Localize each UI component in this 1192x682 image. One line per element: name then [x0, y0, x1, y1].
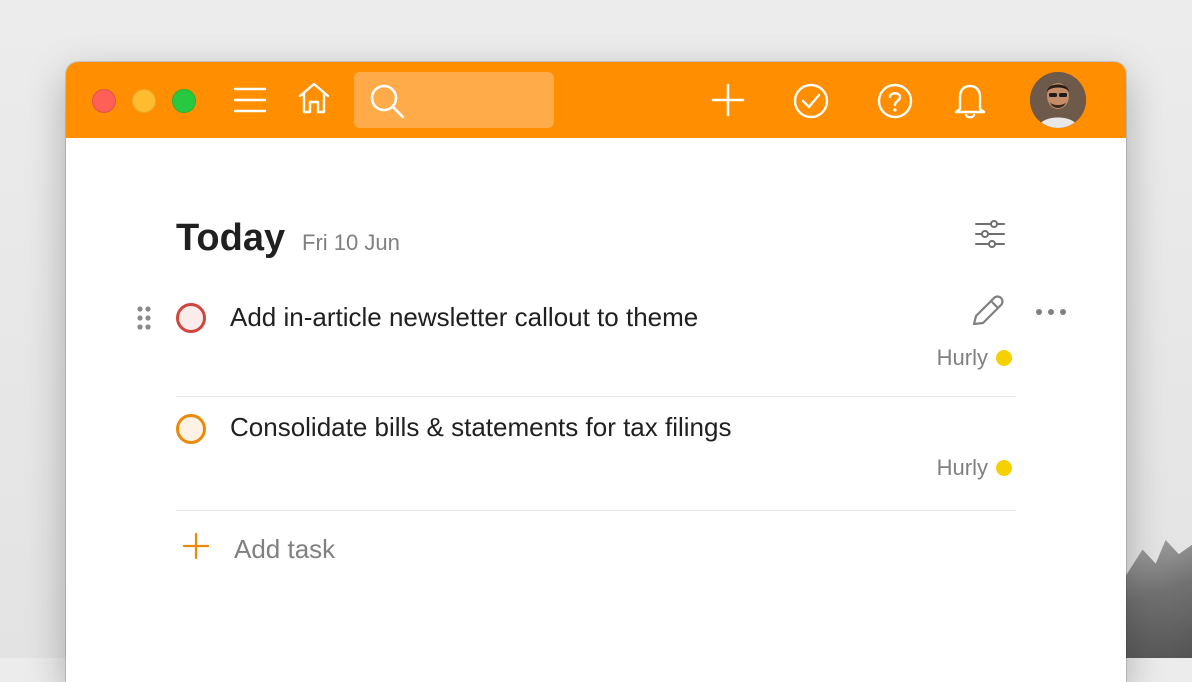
task-complete-checkbox[interactable] — [176, 303, 206, 333]
main-content: Today Fri 10 Jun Add in-article newslett… — [66, 138, 1126, 682]
avatar-photo — [1030, 72, 1086, 128]
drag-handle-icon[interactable] — [132, 304, 156, 334]
desktop-wallpaper — [1126, 540, 1192, 658]
project-color-dot — [996, 350, 1012, 366]
window-maximize-button[interactable] — [172, 89, 196, 113]
task-project[interactable]: Hurly — [937, 344, 1012, 372]
view-options-icon[interactable] — [972, 216, 1008, 252]
bell-icon[interactable] — [952, 80, 988, 120]
plus-icon — [182, 532, 210, 560]
task-item[interactable]: Consolidate bills & statements for tax f… — [66, 398, 1126, 510]
page-title: Today — [176, 217, 286, 259]
app-window: Today Fri 10 Jun Add in-article newslett… — [66, 62, 1126, 682]
task-divider — [176, 396, 1016, 397]
user-avatar[interactable] — [1030, 72, 1086, 128]
task-complete-checkbox[interactable] — [176, 414, 206, 444]
top-toolbar — [66, 62, 1126, 138]
add-task-button[interactable]: Add task — [176, 526, 576, 570]
search-icon — [370, 84, 405, 119]
add-task-plus-icon[interactable] — [710, 82, 746, 118]
task-item[interactable]: Add in-article newsletter callout to the… — [66, 286, 1126, 396]
task-divider — [176, 510, 1016, 511]
project-name: Hurly — [936, 345, 988, 370]
project-color-dot — [996, 460, 1012, 476]
add-task-label: Add task — [234, 534, 336, 564]
task-project[interactable]: Hurly — [937, 454, 1012, 482]
search-bar[interactable] — [354, 72, 554, 128]
check-circle-icon[interactable] — [792, 82, 830, 120]
home-icon[interactable] — [296, 80, 332, 116]
more-options-icon[interactable] — [1034, 306, 1068, 318]
search-input[interactable] — [414, 86, 546, 116]
menu-icon[interactable] — [232, 84, 268, 116]
page-date: Fri 10 Jun — [302, 230, 400, 255]
window-close-button[interactable] — [92, 89, 116, 113]
task-title[interactable]: Add in-article newsletter callout to the… — [230, 300, 698, 334]
window-minimize-button[interactable] — [132, 89, 156, 113]
help-icon[interactable] — [876, 82, 914, 120]
edit-pencil-icon[interactable] — [968, 292, 1006, 330]
task-title[interactable]: Consolidate bills & statements for tax f… — [230, 410, 731, 444]
project-name: Hurly — [936, 455, 988, 480]
